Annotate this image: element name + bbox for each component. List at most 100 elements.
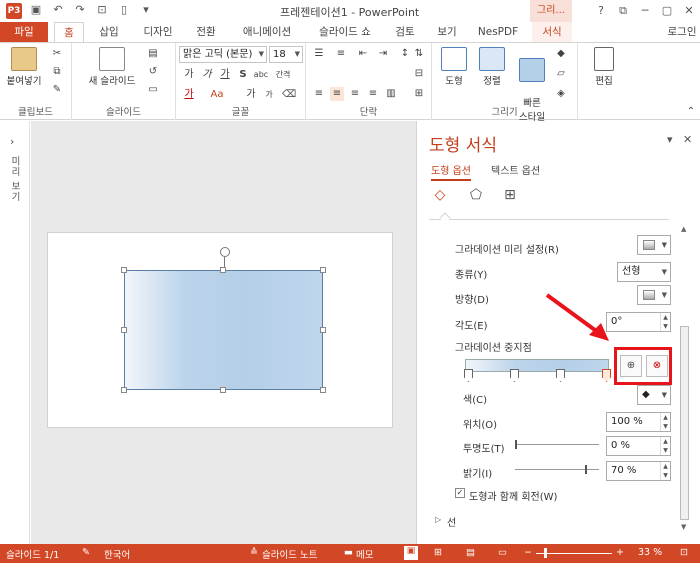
bullets-icon[interactable]: ☰ [312,47,326,61]
tab-transitions[interactable]: 전환 [188,22,224,42]
font-size-combo[interactable]: 18 ▼ [269,46,303,63]
scroll-down-icon[interactable]: ▼ [681,523,686,531]
pane-options-icon[interactable]: ▾ [667,133,673,146]
shape-fill-icon[interactable]: ◆ [554,47,568,61]
slide-sorter-icon[interactable]: ⊞ [434,547,442,558]
shapes-button[interactable]: 도형 [436,47,472,87]
ribbon-display-button[interactable]: ⧉ [612,0,634,22]
resize-handle[interactable] [121,327,127,333]
copy-icon[interactable]: ⧉ [50,65,64,79]
cut-icon[interactable]: ✂ [50,47,64,61]
gradient-stop[interactable] [510,369,519,382]
zoom-level[interactable]: 33 % [638,547,662,558]
close-button[interactable]: ✕ [678,0,700,22]
position-input[interactable]: 100 % ▲ ▼ [606,412,671,432]
align-right-icon[interactable]: ≡ [348,87,362,101]
line-section-label[interactable]: 선 [447,514,456,529]
save-icon[interactable]: ▣ [28,3,44,16]
new-document-icon[interactable]: ▯ [116,3,132,16]
help-button[interactable]: ? [590,0,612,22]
bold-button[interactable]: 가 [182,68,196,82]
arrange-button[interactable]: 정렬 [474,47,510,87]
spinner-icon[interactable]: ▲ ▼ [660,413,670,431]
language[interactable]: 한국어 [104,547,130,561]
tab-review[interactable]: 검토 [388,22,422,42]
resize-handle[interactable] [220,387,226,393]
maximize-button[interactable]: ▢ [656,0,678,22]
zoom-out-icon[interactable]: − [524,547,532,558]
resize-handle[interactable] [320,387,326,393]
gradient-stop[interactable] [464,369,473,382]
brightness-input[interactable]: 70 % ▲ ▼ [606,461,671,481]
columns-icon[interactable]: ▥ [384,87,398,101]
minimize-button[interactable]: ─ [634,0,656,22]
decrease-indent-icon[interactable]: ⇤ [356,47,370,61]
line-spacing-icon[interactable]: ↕ [398,47,412,61]
fill-line-icon[interactable]: ◇ [431,187,449,205]
notes-button[interactable]: 슬라이드 노트 [262,547,317,561]
collapse-ribbon-icon[interactable]: ⌃ [684,105,698,119]
font-color-button[interactable]: 가 [182,88,196,102]
brightness-slider-thumb[interactable] [585,465,587,474]
resize-handle[interactable] [121,267,127,273]
transparency-slider[interactable] [515,444,599,445]
comments-icon[interactable]: ▬ [344,547,353,558]
reset-icon[interactable]: ↺ [146,65,160,79]
slideshow-icon[interactable]: ▭ [498,547,507,558]
rotate-with-shape-checkbox[interactable]: ✓ [455,488,465,498]
reading-view-icon[interactable]: ▤ [466,547,475,558]
spinner-icon[interactable]: ▲ ▼ [660,462,670,480]
shrink-font-button[interactable]: 가 [262,88,276,102]
tab-view[interactable]: 보기 [430,22,464,42]
expand-caret-icon[interactable]: ▷ [435,515,441,524]
new-slide-button[interactable]: 새 슬라이드 [84,47,140,87]
strikethrough-button[interactable]: S [236,68,250,82]
shape-outline-icon[interactable]: ▱ [554,67,568,81]
align-text-icon[interactable]: ⊟ [412,67,426,81]
spinner-icon[interactable]: ▲ ▼ [660,313,670,331]
color-button[interactable]: ◆ ▼ [637,385,671,405]
tab-insert[interactable]: 삽입 [92,22,126,42]
numbering-icon[interactable]: ≡ [334,47,348,61]
gradient-rectangle-shape[interactable] [124,270,323,390]
fit-to-window-icon[interactable]: ⊡ [680,547,688,558]
customize-icon[interactable]: ▾ [138,3,154,16]
justify-icon[interactable]: ≡ [366,87,380,101]
gradient-stop-selected[interactable] [602,369,611,382]
redo-icon[interactable]: ↷ [72,3,88,16]
zoom-slider[interactable] [536,553,612,554]
tab-home[interactable]: 홈 [54,22,84,42]
shadow-button[interactable]: abc [252,68,270,82]
italic-button[interactable]: 가 [200,68,214,82]
smartart-icon[interactable]: ⊞ [412,87,426,101]
size-properties-icon[interactable]: ⊞ [501,187,519,205]
resize-handle[interactable] [320,267,326,273]
effects-icon[interactable]: ⬠ [467,187,485,205]
direction-button[interactable]: ▼ [637,285,671,305]
zoom-in-icon[interactable]: + [616,547,624,558]
powerpoint-app-icon[interactable]: P3 [6,3,22,19]
tab-format[interactable]: 서식 [532,22,572,42]
scroll-up-icon[interactable]: ▲ [681,225,686,233]
presentation-icon[interactable]: ⊡ [94,3,110,16]
tab-shape-options[interactable]: 도형 옵션 [431,162,471,181]
pane-scrollbar[interactable] [680,326,689,520]
increase-indent-icon[interactable]: ⇥ [376,47,390,61]
undo-icon[interactable]: ↶ [50,3,66,16]
shape-effects-icon[interactable]: ◈ [554,87,568,101]
tab-slideshow[interactable]: 슬라이드 쇼 [308,22,382,42]
pane-close-icon[interactable]: ✕ [683,133,692,146]
layout-icon[interactable]: ▤ [146,47,160,61]
underline-button[interactable]: 가 [218,68,232,82]
format-painter-icon[interactable]: ✎ [50,83,64,97]
resize-handle[interactable] [220,267,226,273]
text-direction-icon[interactable]: ⇅ [412,47,426,61]
normal-view-icon[interactable]: ▣ [404,546,418,560]
gradient-preset-button[interactable]: ▼ [637,235,671,255]
resize-handle[interactable] [121,387,127,393]
transparency-slider-thumb[interactable] [515,440,517,449]
change-case-button[interactable]: Aa [208,88,226,102]
spinner-icon[interactable]: ▲ ▼ [660,437,670,455]
spellcheck-icon[interactable]: ✎ [82,547,90,558]
slide[interactable] [47,232,393,428]
